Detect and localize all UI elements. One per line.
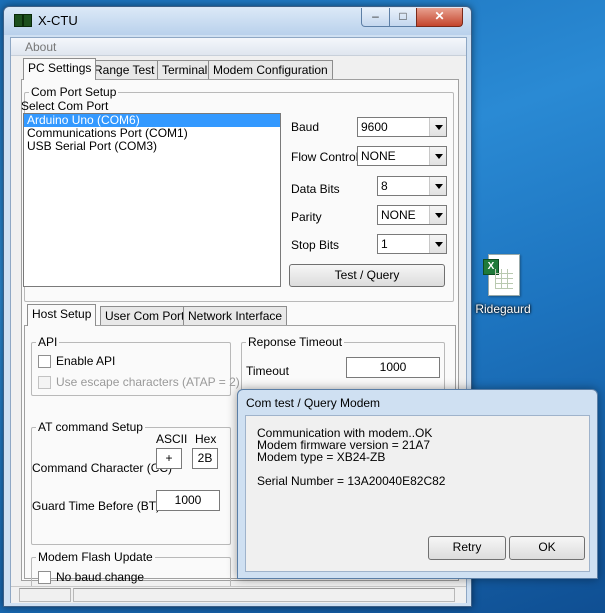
select-com-port-label: Select Com Port: [21, 99, 109, 113]
baud-label: Baud: [291, 120, 320, 134]
com-test-dialog: Com test / Query Modem Communication wit…: [237, 389, 598, 579]
desktop-icon-label: Ridegaurd: [475, 302, 531, 316]
spreadsheet-file-icon: X: [483, 254, 520, 296]
window-title: X-CTU: [38, 13, 78, 28]
timeout-input[interactable]: 1000: [346, 357, 440, 378]
stop-bits-value: 1: [381, 237, 388, 251]
menu-about[interactable]: About: [25, 40, 56, 54]
enable-api-checkbox[interactable]: [38, 355, 51, 368]
parity-label: Parity: [291, 210, 322, 224]
at-command-setup-group: AT command Setup ASCII Hex Command Chara…: [31, 420, 231, 545]
guard-time-label: Guard Time Before (BT): [32, 499, 161, 513]
close-button[interactable]: ✕: [416, 8, 463, 27]
dialog-client: Communication with modem..OK Modem firmw…: [245, 415, 590, 572]
chevron-down-icon[interactable]: [429, 147, 446, 165]
message-line: Serial Number = 13A20040E82C82: [257, 474, 446, 488]
tab-range-test[interactable]: Range Test: [89, 60, 160, 80]
maximize-button[interactable]: □: [389, 8, 417, 27]
baud-select[interactable]: 9600: [357, 117, 447, 137]
stop-bits-label: Stop Bits: [291, 238, 340, 252]
baud-value: 9600: [361, 120, 388, 134]
api-group: API Enable API Use escape characters (AT…: [31, 335, 240, 396]
no-baud-change-checkbox[interactable]: [38, 571, 51, 584]
status-cell: [19, 588, 71, 602]
title-bar[interactable]: X-CTU – □ ✕: [4, 7, 471, 35]
status-bar: [11, 586, 466, 603]
message-line: Modem type = XB24-ZB: [257, 450, 386, 464]
api-legend: API: [36, 335, 60, 349]
tab-host-setup[interactable]: Host Setup: [27, 304, 97, 326]
com-port-list[interactable]: Arduino Uno (COM6) Communications Port (…: [23, 113, 281, 287]
status-cell: [73, 588, 455, 602]
retry-button[interactable]: Retry: [428, 536, 506, 560]
tab-pc-settings[interactable]: PC Settings: [23, 58, 97, 80]
parity-select[interactable]: NONE: [377, 205, 447, 225]
response-timeout-legend: Reponse Timeout: [246, 335, 345, 349]
com-port-setup-legend: Com Port Setup: [29, 85, 119, 99]
tab-modem-configuration[interactable]: Modem Configuration: [208, 60, 333, 80]
com-port-setup-group: Com Port Setup Select Com Port Arduino U…: [21, 85, 454, 302]
flow-control-label: Flow Control: [291, 150, 359, 164]
escape-characters-checkbox: [38, 376, 51, 389]
at-command-setup-legend: AT command Setup: [36, 420, 145, 434]
cc-ascii-input[interactable]: +: [156, 448, 182, 469]
escape-characters-label: Use escape characters (ATAP = 2): [56, 375, 240, 389]
guard-time-input[interactable]: 1000: [156, 490, 220, 511]
parity-value: NONE: [381, 208, 416, 222]
timeout-label: Timeout: [246, 364, 289, 378]
cc-hex-input[interactable]: 2B: [192, 448, 218, 469]
enable-api-label: Enable API: [56, 354, 116, 368]
data-bits-value: 8: [381, 179, 388, 193]
chevron-down-icon[interactable]: [429, 118, 446, 136]
tab-user-com-ports[interactable]: User Com Ports: [100, 306, 196, 326]
minimize-button[interactable]: –: [361, 8, 390, 27]
chevron-down-icon[interactable]: [429, 177, 446, 195]
modem-flash-update-legend: Modem Flash Update: [36, 550, 155, 564]
menu-bar: About: [11, 38, 466, 56]
data-bits-label: Data Bits: [291, 182, 340, 196]
hex-label: Hex: [195, 432, 217, 446]
dialog-message: Communication with modem..OK Modem firmw…: [257, 427, 445, 487]
data-bits-select[interactable]: 8: [377, 176, 447, 196]
tab-network-interface[interactable]: Network Interface: [183, 306, 288, 326]
ascii-label: ASCII: [156, 432, 188, 446]
command-character-label: Command Character (CC): [32, 461, 173, 475]
chevron-down-icon[interactable]: [429, 235, 446, 253]
no-baud-change-label: No baud change: [56, 570, 145, 584]
list-item[interactable]: USB Serial Port (COM3): [24, 140, 280, 153]
dialog-title: Com test / Query Modem: [246, 396, 381, 410]
xctu-app-icon: [14, 14, 32, 27]
flow-control-select[interactable]: NONE: [357, 146, 447, 166]
tab-terminal[interactable]: Terminal: [157, 60, 213, 80]
stop-bits-select[interactable]: 1: [377, 234, 447, 254]
response-timeout-group: Reponse Timeout Timeout 1000: [241, 335, 445, 396]
flow-control-value: NONE: [361, 149, 396, 163]
chevron-down-icon[interactable]: [429, 206, 446, 224]
ok-button[interactable]: OK: [509, 536, 585, 560]
test-query-button[interactable]: Test / Query: [289, 264, 445, 287]
